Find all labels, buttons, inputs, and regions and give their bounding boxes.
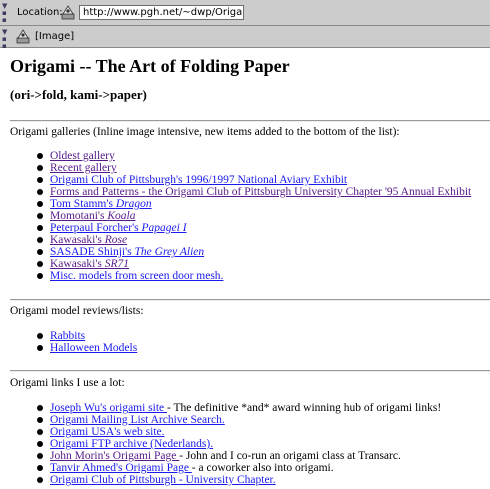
origami-link[interactable]: Joseph Wu's origami site <box>50 402 167 414</box>
broken-image-icon <box>16 29 30 44</box>
origami-link-item: Origami Mailing List Archive Search. <box>0 414 441 426</box>
gallery-link[interactable]: Momotani's Koala <box>50 210 135 222</box>
gallery-link[interactable]: Kawasaki's Rose <box>50 234 127 246</box>
origami-link[interactable]: Origami Mailing List Archive Search. <box>50 414 225 426</box>
image-placeholder-label: [Image] <box>35 31 75 42</box>
origami-link-item: Origami FTP archive (Nederlands). <box>0 438 441 450</box>
gallery-item: SASADE Shinji's The Grey Alien <box>0 246 471 258</box>
location-url-field[interactable]: http://www.pgh.net/~dwp/Origami.html <box>79 5 244 20</box>
origami-link-item: Tanvir Ahmed's Origami Page - a coworker… <box>0 462 441 474</box>
toolbar-collapse-grip-icon[interactable]: ▼ ▪ ▪ <box>2 3 10 24</box>
origami-link-item: Origami USA's web site. <box>0 426 441 438</box>
page-content: Origami -- The Art of Folding Paper (ori… <box>0 49 490 489</box>
origami-link-item: Origami Club of Pittsburgh - University … <box>0 474 441 486</box>
gallery-item: Tom Stamm's Dragon <box>0 198 471 210</box>
reviews-heading: Origami model reviews/lists: <box>10 305 144 317</box>
origami-link[interactable]: Tanvir Ahmed's Origami Page <box>50 462 192 474</box>
gallery-link[interactable]: Oldest gallery <box>50 150 115 162</box>
divider <box>10 120 490 122</box>
links-heading: Origami links I use a lot: <box>10 377 125 389</box>
location-toolbar: ▼ ▪ ▪ Location: http://www.pgh.net/~dwp/Or… <box>0 0 490 26</box>
gallery-item: Oldest gallery <box>0 150 471 162</box>
review-link[interactable]: Rabbits <box>50 330 85 342</box>
gallery-item: Misc. models from screen door mesh. <box>0 270 471 282</box>
gallery-link[interactable]: Origami Club of Pittsburgh's 1996/1997 N… <box>50 174 347 186</box>
gallery-item: Kawasaki's SR71 <box>0 258 471 270</box>
reviews-list: Rabbits Halloween Models <box>0 330 137 354</box>
image-toolbar: ▼ ▪ ▪ [Image] <box>0 26 490 50</box>
origami-link[interactable]: Origami FTP archive (Nederlands). <box>50 438 213 450</box>
review-item: Halloween Models <box>0 342 137 354</box>
origami-link[interactable]: Origami Club of Pittsburgh - University … <box>50 474 276 486</box>
gallery-item: Recent gallery <box>0 162 471 174</box>
gallery-link[interactable]: Recent gallery <box>50 162 117 174</box>
page-proxy-icon[interactable] <box>60 5 76 21</box>
gallery-item: Kawasaki's Rose <box>0 234 471 246</box>
divider <box>10 299 490 301</box>
page-title: Origami -- The Art of Folding Paper <box>10 56 290 76</box>
toolbar-collapse-grip-icon[interactable]: ▼ ▪ ▪ <box>2 29 10 50</box>
page-subtitle: (ori->fold, kami->paper) <box>10 87 147 102</box>
origami-link[interactable]: John Morin's Origami Page <box>50 450 179 462</box>
gallery-link[interactable]: SASADE Shinji's The Grey Alien <box>50 246 204 258</box>
origami-link[interactable]: Origami USA's web site. <box>50 426 165 438</box>
gallery-link[interactable]: Tom Stamm's Dragon <box>50 198 152 210</box>
review-item: Rabbits <box>0 330 137 342</box>
gallery-link[interactable]: Kawasaki's SR71 <box>50 258 129 270</box>
galleries-list: Oldest gallery Recent gallery Origami Cl… <box>0 150 471 282</box>
review-link[interactable]: Halloween Models <box>50 342 137 354</box>
gallery-link[interactable]: Misc. models from screen door mesh. <box>50 270 223 282</box>
location-label: Location: <box>17 7 63 18</box>
gallery-item: Forms and Patterns - the Origami Club of… <box>0 186 471 198</box>
gallery-item: Momotani's Koala <box>0 210 471 222</box>
galleries-heading: Origami galleries (Inline image intensiv… <box>10 126 400 138</box>
gallery-link[interactable]: Forms and Patterns - the Origami Club of… <box>50 186 471 198</box>
origami-link-item: John Morin's Origami Page - John and I c… <box>0 450 441 462</box>
gallery-item: Peterpaul Forcher's Papagei I <box>0 222 471 234</box>
gallery-link[interactable]: Peterpaul Forcher's Papagei I <box>50 222 187 234</box>
gallery-item: Origami Club of Pittsburgh's 1996/1997 N… <box>0 174 471 186</box>
origami-link-item: Joseph Wu's origami site - The definitiv… <box>0 402 441 414</box>
divider <box>10 370 490 372</box>
links-list: Joseph Wu's origami site - The definitiv… <box>0 402 441 486</box>
